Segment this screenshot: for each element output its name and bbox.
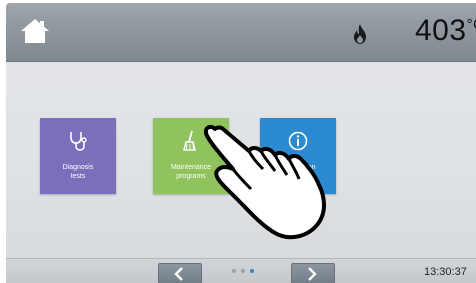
clock: 13:30:37	[424, 266, 467, 278]
pointing-hand-icon	[203, 124, 326, 240]
stethoscope-icon	[70, 132, 87, 151]
temperature-unit: °C	[466, 16, 476, 33]
home-icon[interactable]	[20, 18, 50, 44]
page-dot	[232, 269, 236, 273]
page-indicator	[232, 269, 262, 275]
tile-label: Diagnosis tests	[40, 164, 116, 181]
touchscreen: 403°C Diagnosis tests Maintenance progra…	[6, 3, 476, 283]
broom-icon	[183, 130, 196, 151]
tile-label-line2: tests	[70, 172, 86, 180]
page-dot-active	[250, 269, 254, 273]
navigation-bar: 13:30:37	[6, 258, 476, 283]
temperature-value: 403	[415, 14, 467, 47]
chevron-right-icon	[308, 267, 317, 281]
status-bar: 403°C	[6, 3, 476, 62]
chevron-left-icon	[174, 267, 183, 281]
previous-page-button[interactable]	[158, 263, 202, 283]
temperature-readout: 403°C	[415, 14, 476, 48]
next-page-button[interactable]	[291, 263, 335, 283]
tile-label-line1: Diagnosis	[62, 164, 94, 171]
diagnosis-tests-tile[interactable]: Diagnosis tests	[40, 118, 116, 194]
page-dot	[241, 269, 245, 273]
flame-icon	[354, 24, 366, 44]
